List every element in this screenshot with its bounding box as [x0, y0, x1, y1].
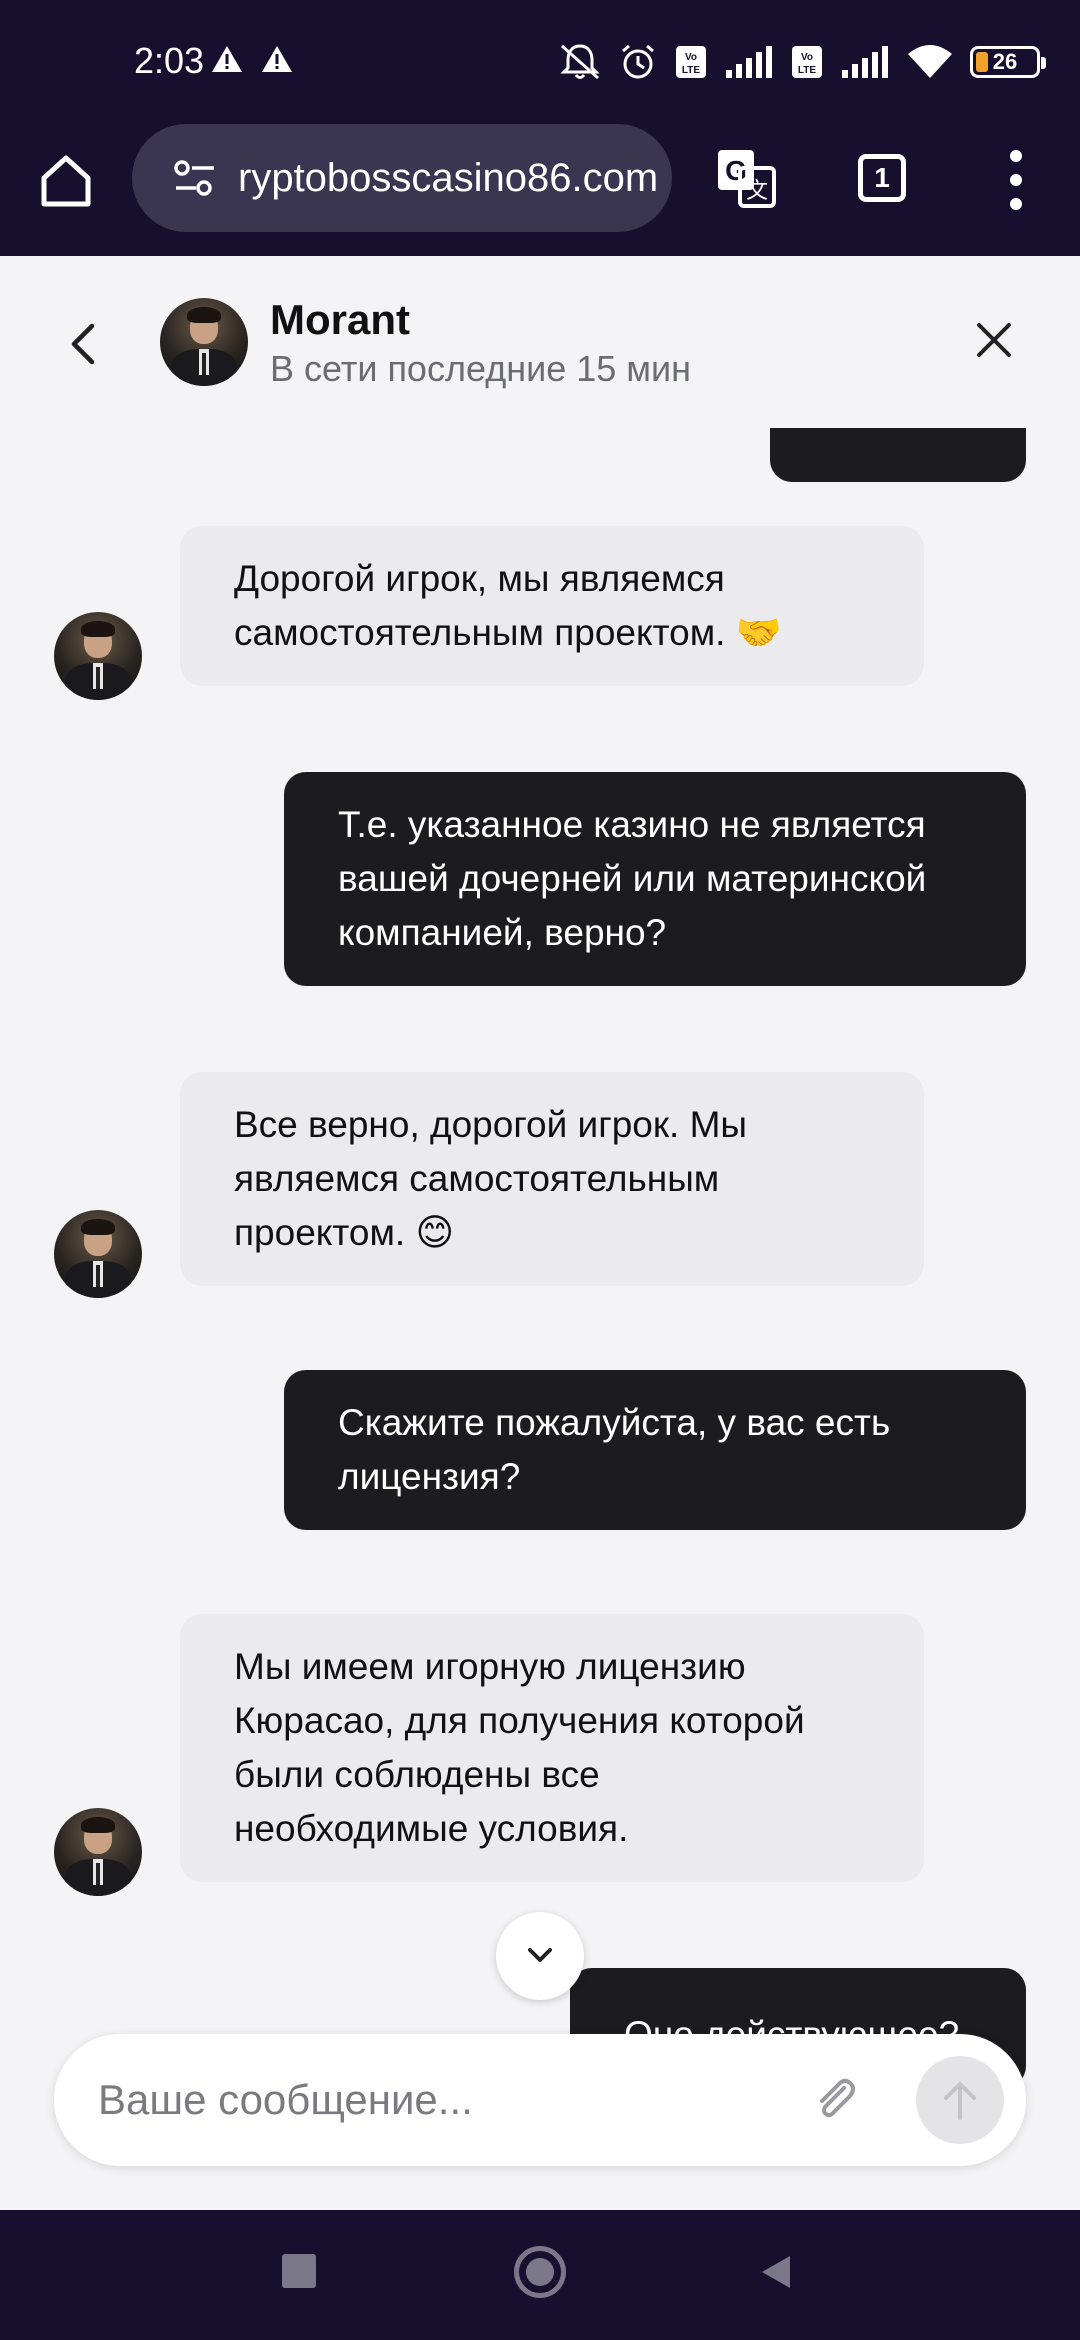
message-text: Мы имеем игорную лицензию Кюрасао, для п…: [234, 1646, 805, 1849]
contact-name: Morant: [270, 296, 410, 343]
incoming-message: Дорогой игрок, мы являемся самостоятельн…: [180, 526, 924, 686]
volte-icon: Vo LTE: [676, 46, 706, 78]
home-circle-icon[interactable]: [514, 2246, 566, 2298]
svg-text:Vo: Vo: [685, 52, 697, 63]
contact-status: В сети последние 15 мин: [270, 348, 691, 389]
close-icon[interactable]: [974, 320, 1014, 360]
message-text: Дорогой игрок, мы являемся самостоятельн…: [234, 558, 782, 653]
chevron-down-icon: [528, 1948, 552, 1962]
status-icons: Vo LTE Vo LTE 26: [558, 40, 1046, 84]
signal-icon: [726, 46, 772, 78]
back-arrow-icon[interactable]: [66, 320, 102, 368]
status-bar: 2:03 Vo LTE Vo LTE 26: [0, 0, 1080, 124]
message-composer: [54, 2034, 1026, 2166]
attach-icon[interactable]: [810, 2074, 862, 2126]
outgoing-message: Т.е. указанное казино не является вашей …: [284, 772, 1026, 986]
back-triangle-icon[interactable]: [760, 2254, 792, 2290]
message-text: Т.е. указанное казино не является вашей …: [338, 804, 927, 953]
browser-toolbar: ryptobosscasino86.com G文 1: [0, 124, 1080, 256]
agent-avatar: [54, 1808, 142, 1896]
wifi-icon: [908, 45, 952, 78]
mute-icon: [560, 44, 600, 80]
signal-icon: [842, 46, 888, 78]
translate-icon[interactable]: G文: [714, 146, 778, 210]
contact-avatar: [160, 298, 248, 386]
incoming-message: Все верно, дорогой игрок. Мы являемся са…: [180, 1072, 924, 1286]
menu-icon[interactable]: [1004, 150, 1028, 210]
scroll-down-button[interactable]: [496, 1912, 584, 2000]
message-text: Скажите пожалуйста, у вас есть лицензия?: [338, 1402, 891, 1497]
outgoing-message: [770, 428, 1026, 482]
message-input[interactable]: [98, 2064, 798, 2136]
send-button[interactable]: [916, 2056, 1004, 2144]
battery-icon: 26: [970, 46, 1046, 78]
svg-text:LTE: LTE: [798, 65, 816, 76]
alarm-icon: [622, 44, 654, 79]
recent-apps-icon[interactable]: [282, 2254, 316, 2288]
svg-text:文: 文: [746, 178, 768, 203]
site-settings-icon[interactable]: [172, 158, 228, 198]
volte-icon: Vo LTE: [792, 46, 822, 78]
agent-avatar: [54, 1210, 142, 1298]
arrow-up-icon: [944, 2082, 976, 2120]
warning-icon: [262, 46, 292, 72]
outgoing-message: Скажите пожалуйста, у вас есть лицензия?: [284, 1370, 1026, 1530]
agent-avatar: [54, 612, 142, 700]
warning-icon: [212, 46, 242, 72]
address-bar[interactable]: ryptobosscasino86.com: [132, 124, 672, 232]
svg-text:Vo: Vo: [801, 52, 813, 63]
tab-switcher-button[interactable]: 1: [858, 154, 906, 202]
home-icon[interactable]: [36, 150, 96, 210]
system-nav-bar: [0, 2210, 1080, 2340]
chat-header: Morant В сети последние 15 мин: [0, 256, 1080, 428]
status-time: 2:03: [134, 40, 205, 81]
svg-text:LTE: LTE: [682, 65, 700, 76]
url-text: ryptobosscasino86.com: [238, 155, 659, 200]
svg-text:G: G: [725, 155, 747, 186]
battery-level: 26: [992, 49, 1018, 74]
message-text: Все верно, дорогой игрок. Мы являемся са…: [234, 1104, 748, 1253]
incoming-message: Мы имеем игорную лицензию Кюрасао, для п…: [180, 1614, 924, 1882]
